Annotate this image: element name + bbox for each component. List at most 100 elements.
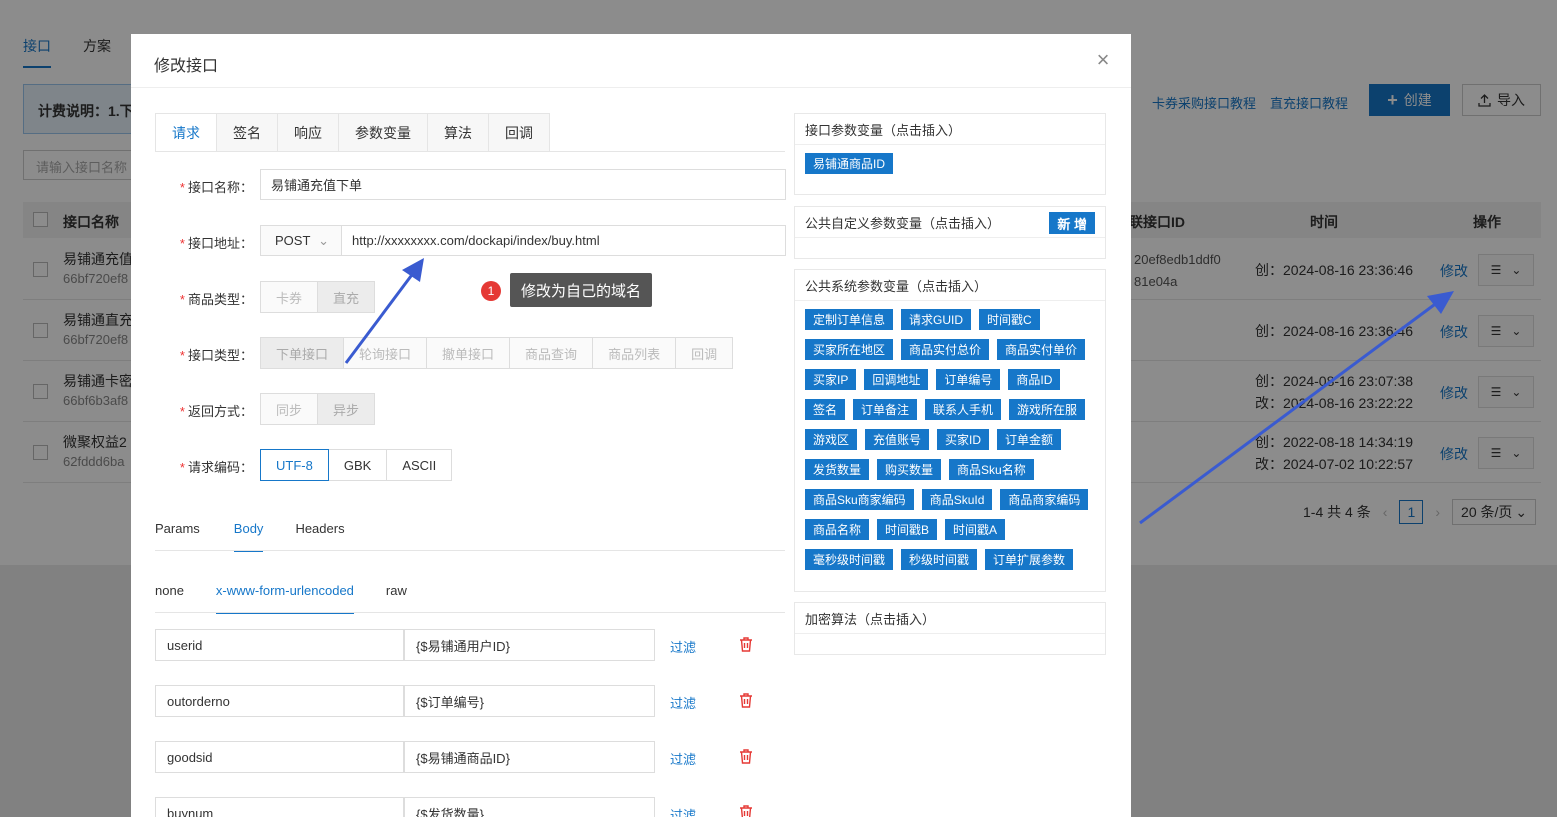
param-chip[interactable]: 商品ID bbox=[1008, 369, 1061, 390]
tab-headers[interactable]: Headers bbox=[295, 521, 344, 552]
api-url-label: * 接口地址： bbox=[179, 236, 253, 251]
param-chip[interactable]: 订单金额 bbox=[997, 429, 1062, 450]
param-key-input[interactable]: goodsid bbox=[155, 741, 404, 773]
param-chip[interactable]: 买家ID bbox=[937, 429, 990, 450]
param-row: goodsid {$易铺通商品ID} 过滤 bbox=[155, 741, 785, 773]
param-value-input[interactable]: {$订单编号} bbox=[404, 685, 655, 717]
row-encoding: * 请求编码： UTF-8 GBK ASCII bbox=[155, 449, 795, 481]
filter-link[interactable]: 过滤 bbox=[670, 749, 696, 768]
tab-signature[interactable]: 签名 bbox=[217, 113, 278, 152]
api-type-callback[interactable]: 回调 bbox=[676, 337, 734, 369]
tab-body-urlencoded[interactable]: x-www-form-urlencoded bbox=[215, 583, 354, 614]
tab-callback[interactable]: 回调 bbox=[489, 113, 550, 152]
api-name-input[interactable]: 易铺通充值下单 bbox=[260, 169, 786, 200]
param-chip[interactable]: 商品实付单价 bbox=[997, 339, 1086, 360]
param-chip[interactable]: 请求GUID bbox=[901, 309, 972, 330]
param-chip[interactable]: 定制订单信息 bbox=[805, 309, 894, 330]
encrypt-title: 加密算法（点击插入） bbox=[795, 603, 1105, 634]
param-chip[interactable]: 买家IP bbox=[805, 369, 857, 390]
api-type-goods-query[interactable]: 商品查询 bbox=[510, 337, 594, 369]
chevron-down-icon: ⌄ bbox=[318, 232, 329, 248]
param-chip[interactable]: 游戏所在服 bbox=[1009, 399, 1086, 420]
param-value-input[interactable]: {$发货数量} bbox=[404, 797, 655, 817]
tab-response[interactable]: 响应 bbox=[278, 113, 339, 152]
api-type-label: * 接口类型： bbox=[179, 348, 253, 363]
param-chip[interactable]: 时间戳A bbox=[945, 519, 1006, 540]
tab-request[interactable]: 请求 bbox=[155, 113, 217, 152]
param-chip[interactable]: 订单扩展参数 bbox=[985, 549, 1074, 570]
param-row: buynum {$发货数量} 过滤 bbox=[155, 797, 785, 817]
param-chip[interactable]: 易铺通商品ID bbox=[805, 153, 894, 174]
modal-title: 修改接口 bbox=[154, 58, 219, 75]
param-chip[interactable]: 购买数量 bbox=[877, 459, 942, 480]
param-value-input[interactable]: {$易铺通用户ID} bbox=[404, 629, 655, 661]
encoding-ascii[interactable]: ASCII bbox=[387, 449, 453, 481]
param-chip[interactable]: 发货数量 bbox=[805, 459, 870, 480]
param-chip[interactable]: 商品实付总价 bbox=[901, 339, 990, 360]
tab-divider bbox=[155, 151, 785, 152]
body-type-tabs: none x-www-form-urlencoded raw bbox=[155, 583, 433, 614]
tab-body-none[interactable]: none bbox=[155, 583, 184, 614]
param-chip[interactable]: 订单编号 bbox=[936, 369, 1001, 390]
goods-type-card[interactable]: 卡券 bbox=[260, 281, 319, 313]
api-url-input[interactable]: http://xxxxxxxx.com/dockapi/index/buy.ht… bbox=[341, 225, 786, 256]
api-type-poll[interactable]: 轮询接口 bbox=[344, 337, 428, 369]
encoding-group: UTF-8 GBK ASCII bbox=[260, 449, 453, 481]
custom-params-title: 公共自定义参数变量（点击插入） bbox=[805, 215, 1001, 231]
trash-icon[interactable] bbox=[739, 805, 753, 817]
tab-algorithm[interactable]: 算法 bbox=[428, 113, 489, 152]
trash-icon[interactable] bbox=[739, 749, 753, 764]
param-chip[interactable]: 商品名称 bbox=[805, 519, 870, 540]
add-custom-param-button[interactable]: 新 增 bbox=[1049, 212, 1095, 234]
encrypt-panel: 加密算法（点击插入） bbox=[794, 602, 1106, 655]
param-chip[interactable]: 签名 bbox=[805, 399, 846, 420]
goods-type-label: * 商品类型： bbox=[179, 292, 253, 307]
custom-params-panel: 公共自定义参数变量（点击插入） 新 增 bbox=[794, 206, 1106, 259]
tab-params[interactable]: Params bbox=[155, 521, 200, 552]
param-key-input[interactable]: outorderno bbox=[155, 685, 404, 717]
param-chip[interactable]: 商品Sku名称 bbox=[949, 459, 1034, 480]
param-chip[interactable]: 秒级时间戳 bbox=[901, 549, 978, 570]
param-chip[interactable]: 回调地址 bbox=[864, 369, 929, 390]
api-type-order[interactable]: 下单接口 bbox=[260, 337, 345, 369]
param-chip[interactable]: 订单备注 bbox=[853, 399, 918, 420]
tab-body[interactable]: Body bbox=[233, 521, 264, 552]
api-type-cancel[interactable]: 撤单接口 bbox=[427, 337, 511, 369]
return-async[interactable]: 异步 bbox=[318, 393, 376, 425]
param-chip[interactable]: 联系人手机 bbox=[925, 399, 1002, 420]
param-chip[interactable]: 商品商家编码 bbox=[1000, 489, 1089, 510]
param-value-input[interactable]: {$易铺通商品ID} bbox=[404, 741, 655, 773]
trash-icon[interactable] bbox=[739, 637, 753, 652]
return-sync[interactable]: 同步 bbox=[260, 393, 319, 425]
encoding-utf8[interactable]: UTF-8 bbox=[260, 449, 329, 481]
param-chip[interactable]: 商品Sku商家编码 bbox=[805, 489, 914, 510]
tab-param-vars[interactable]: 参数变量 bbox=[339, 113, 428, 152]
param-row: outorderno {$订单编号} 过滤 bbox=[155, 685, 785, 717]
filter-link[interactable]: 过滤 bbox=[670, 637, 696, 656]
api-type-goods-list[interactable]: 商品列表 bbox=[593, 337, 677, 369]
api-type-group: 下单接口 轮询接口 撤单接口 商品查询 商品列表 回调 bbox=[260, 337, 734, 369]
goods-type-group: 卡券 直充 bbox=[260, 281, 376, 313]
tab-body-raw[interactable]: raw bbox=[386, 583, 407, 614]
param-chip[interactable]: 时间戳B bbox=[877, 519, 938, 540]
method-select[interactable]: POST ⌄ bbox=[260, 225, 342, 256]
custom-params-header: 公共自定义参数变量（点击插入） 新 增 bbox=[795, 207, 1105, 238]
param-chip[interactable]: 商品SkuId bbox=[921, 489, 993, 510]
param-chip[interactable]: 毫秒级时间戳 bbox=[805, 549, 894, 570]
close-icon[interactable]: × bbox=[1093, 49, 1113, 71]
annotation-badge: 1 bbox=[481, 281, 501, 301]
param-chip[interactable]: 买家所在地区 bbox=[805, 339, 894, 360]
param-chip[interactable]: 游戏区 bbox=[805, 429, 858, 450]
param-chip[interactable]: 时间戳C bbox=[979, 309, 1040, 330]
filter-link[interactable]: 过滤 bbox=[670, 693, 696, 712]
row-return-mode: * 返回方式： 同步 异步 bbox=[155, 393, 795, 425]
param-chip[interactable]: 充值账号 bbox=[865, 429, 930, 450]
goods-type-direct[interactable]: 直充 bbox=[318, 281, 376, 313]
filter-link[interactable]: 过滤 bbox=[670, 805, 696, 817]
encoding-gbk[interactable]: GBK bbox=[328, 449, 388, 481]
encoding-label: * 请求编码： bbox=[179, 460, 253, 475]
api-params-title: 接口参数变量（点击插入） bbox=[795, 114, 1105, 145]
param-key-input[interactable]: buynum bbox=[155, 797, 404, 817]
param-key-input[interactable]: userid bbox=[155, 629, 404, 661]
trash-icon[interactable] bbox=[739, 693, 753, 708]
